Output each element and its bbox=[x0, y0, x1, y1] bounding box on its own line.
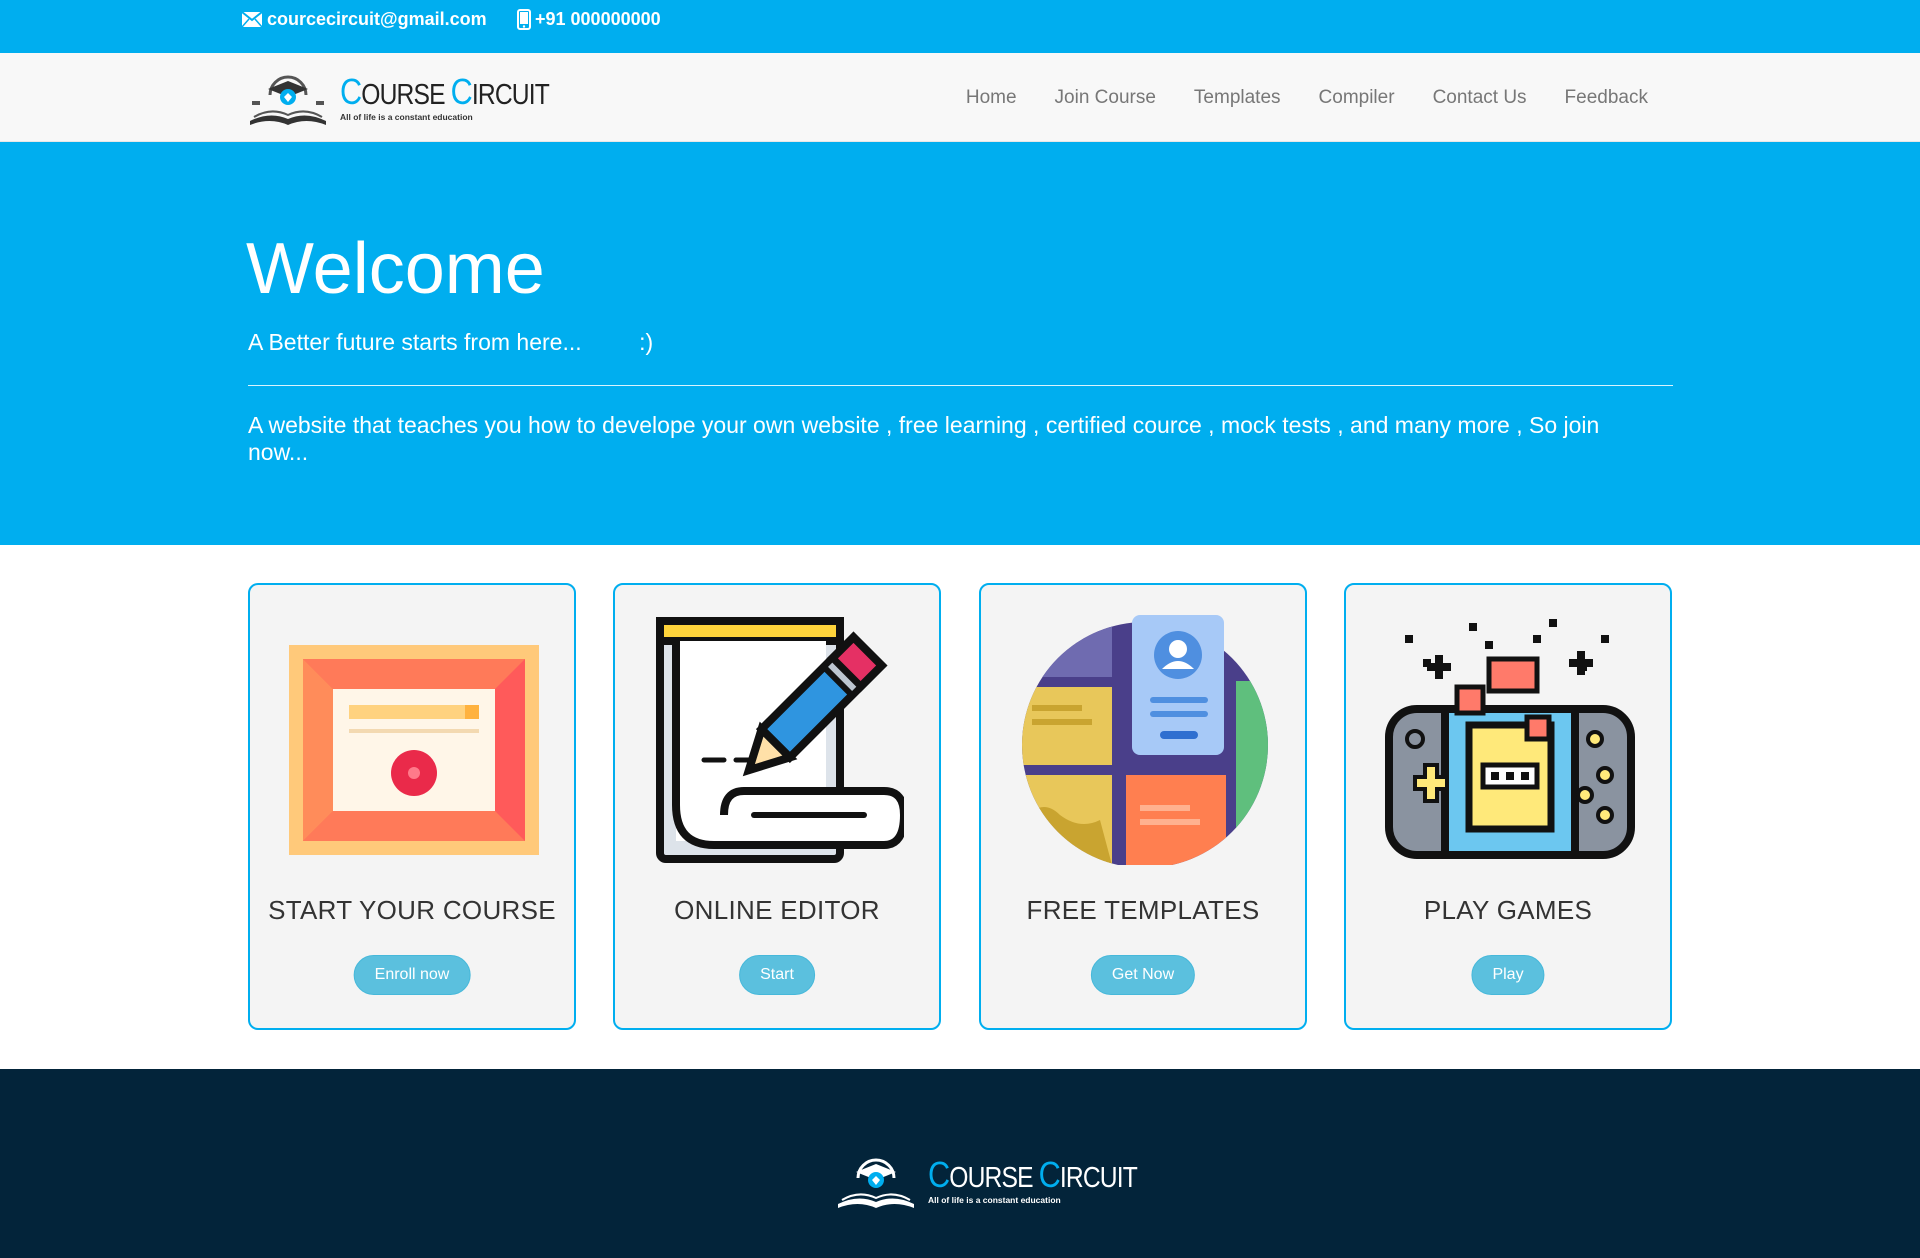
nav-compiler[interactable]: Compiler bbox=[1319, 87, 1395, 109]
brand-logo[interactable]: COURSE CIRCUIT All of life is a constant… bbox=[246, 69, 586, 129]
get-now-button[interactable]: Get Now bbox=[1090, 955, 1196, 995]
card-title: FREE TEMPLATES bbox=[1026, 895, 1260, 925]
footer-brand-tagline: All of life is a constant education bbox=[928, 1195, 1061, 1205]
envelope-icon bbox=[241, 11, 263, 28]
footer-brand-title: COURSE CIRCUIT bbox=[928, 1154, 1138, 1195]
nav-contact-us[interactable]: Contact Us bbox=[1433, 87, 1527, 109]
brand-title: COURSE CIRCUIT bbox=[340, 71, 550, 112]
hero-lead: A Better future starts from here... :) bbox=[248, 329, 654, 355]
footer: COURSE CIRCUIT All of life is a constant… bbox=[0, 1069, 1920, 1258]
nav-join-course[interactable]: Join Course bbox=[1055, 87, 1156, 109]
contact-email[interactable]: courcecircuit@gmail.com bbox=[241, 9, 487, 30]
open-book-logo-icon bbox=[838, 1158, 914, 1208]
nav-home[interactable]: Home bbox=[966, 87, 1017, 109]
card-free-templates: FREE TEMPLATES Get Now bbox=[979, 583, 1307, 1030]
play-button[interactable]: Play bbox=[1471, 955, 1545, 995]
hero-description: A website that teaches you how to develo… bbox=[248, 412, 1600, 465]
main-navbar: COURSE CIRCUIT All of life is a constant… bbox=[0, 53, 1920, 142]
certificate-icon bbox=[289, 645, 539, 855]
card-online-editor: ONLINE EDITOR Start bbox=[613, 583, 941, 1030]
pencil-editor-icon bbox=[656, 617, 904, 863]
nav-templates[interactable]: Templates bbox=[1194, 87, 1281, 109]
hero-title: Welcome bbox=[246, 229, 545, 309]
game-console-icon bbox=[1385, 619, 1635, 859]
start-button[interactable]: Start bbox=[739, 955, 815, 995]
enroll-now-button[interactable]: Enroll now bbox=[353, 955, 471, 995]
top-contact-bar: courcecircuit@gmail.com +91 000000000 bbox=[0, 0, 1920, 53]
card-start-course: START YOUR COURSE Enroll now bbox=[248, 583, 576, 1030]
card-title: PLAY GAMES bbox=[1423, 895, 1593, 925]
templates-icon bbox=[1022, 615, 1268, 865]
brand-tagline: All of life is a constant education bbox=[340, 112, 473, 122]
contact-phone[interactable]: +91 000000000 bbox=[517, 9, 661, 30]
footer-brand-logo[interactable]: COURSE CIRCUIT All of life is a constant… bbox=[834, 1154, 1174, 1210]
nav-feedback[interactable]: Feedback bbox=[1565, 87, 1648, 109]
contact-email-text: courcecircuit@gmail.com bbox=[267, 9, 487, 29]
card-play-games: PLAY GAMES Play bbox=[1344, 583, 1672, 1030]
nav-menu: Home Join Course Templates Compiler Cont… bbox=[928, 53, 1648, 142]
mobile-phone-icon bbox=[517, 9, 531, 30]
feature-cards: START YOUR COURSE Enroll now ONLINE EDIT… bbox=[0, 545, 1920, 1069]
contact-phone-text: +91 000000000 bbox=[535, 9, 661, 29]
open-book-logo-icon bbox=[250, 75, 326, 125]
card-title: START YOUR COURSE bbox=[268, 895, 556, 925]
hero-section: Welcome A Better future starts from here… bbox=[0, 142, 1920, 545]
card-title: ONLINE EDITOR bbox=[674, 895, 880, 925]
hero-divider bbox=[248, 385, 1673, 386]
